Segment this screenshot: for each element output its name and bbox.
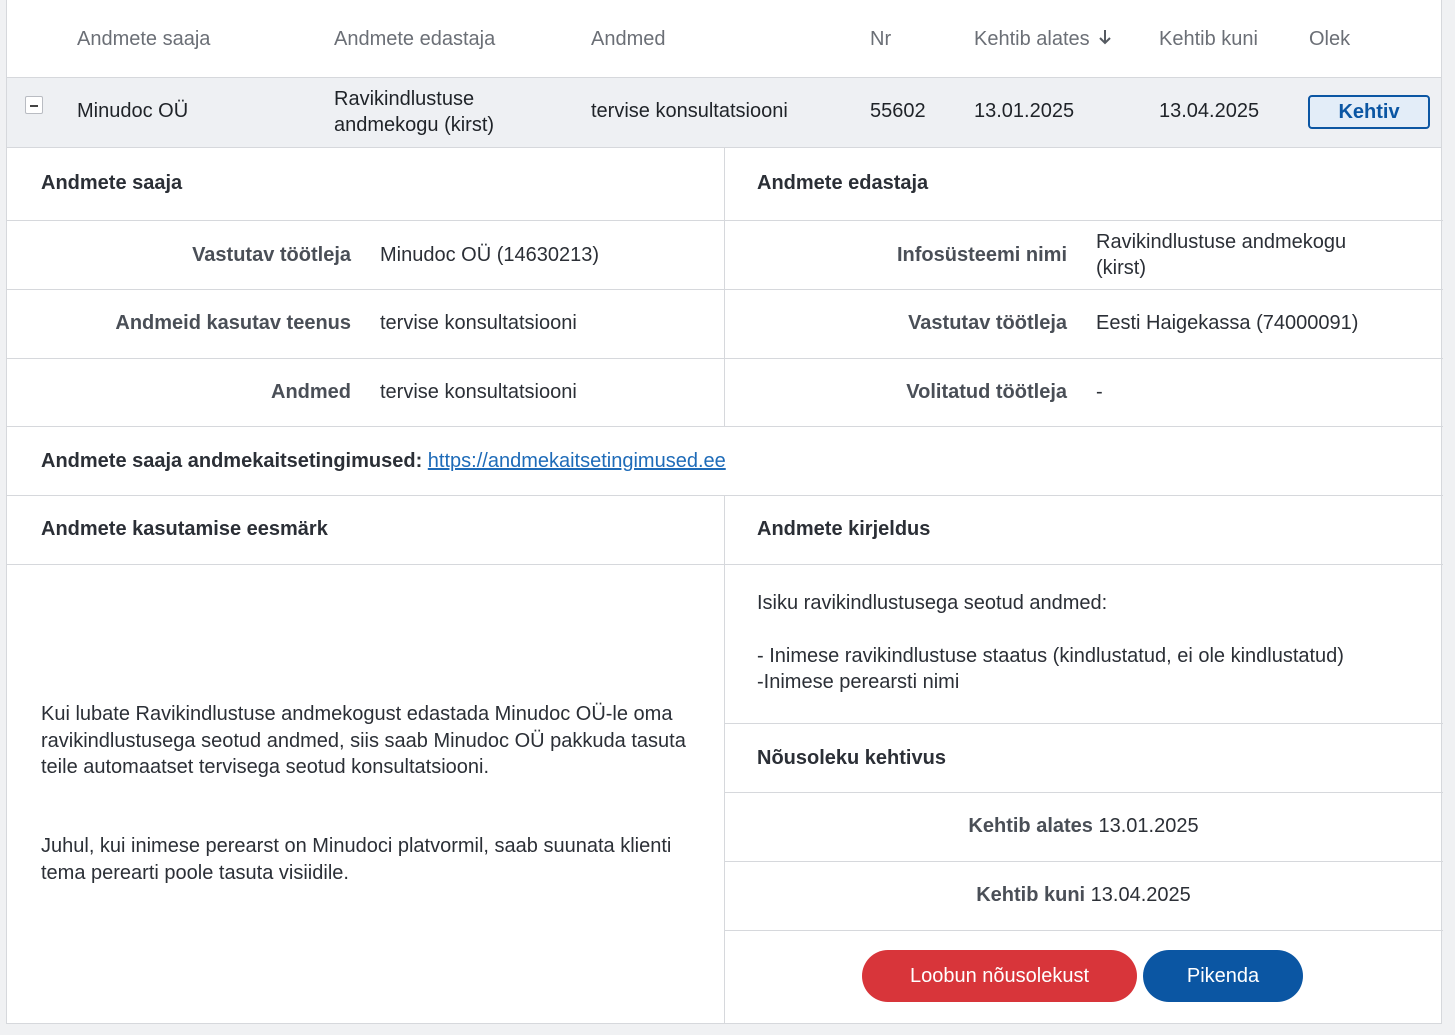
col-header-nr[interactable]: Nr <box>870 28 891 51</box>
table-row[interactable]: Minudoc OÜ Ravikindlustuse andmekogu (ki… <box>7 78 1441 148</box>
recipient-service-label: Andmeid kasutav teenus <box>115 312 351 334</box>
provider-section-title: Andmete edastaja <box>757 172 929 194</box>
divider <box>7 289 1443 290</box>
description-line-3: -Inimese perearsti nimi <box>757 671 960 693</box>
row-valid-from: 13.01.2025 <box>974 100 1075 122</box>
provider-system-value-line2: (kirst) <box>1096 257 1146 279</box>
privacy-terms-label: Andmete saaja andmekaitsetingimused: <box>41 450 423 472</box>
validity-to-label: Kehtib kuni <box>976 884 1086 906</box>
provider-system-value-line1: Ravikindlustuse andmekogu <box>1096 231 1347 253</box>
provider-system-value: Ravikindlustuse andmekogu (kirst) <box>1096 229 1346 281</box>
privacy-terms-link[interactable]: https://andmekaitsetingimused.ee <box>428 450 726 472</box>
divider <box>7 564 1443 565</box>
purpose-title: Andmete kasutamise eesmärk <box>41 518 328 540</box>
validity-from: Kehtib alates 13.01.2025 <box>724 815 1443 838</box>
table-header: Andmete saaja Andmete edastaja Andmed Nr… <box>7 0 1441 78</box>
provider-responsible-value: Eesti Haigekassa (74000091) <box>1096 312 1359 334</box>
validity-from-label: Kehtib alates <box>968 815 1093 837</box>
consent-panel: Andmete saaja Andmete edastaja Andmed Nr… <box>6 0 1443 1024</box>
col-header-data[interactable]: Andmed <box>591 28 666 51</box>
validity-from-value: 13.01.2025 <box>1098 815 1199 837</box>
extend-button[interactable]: Pikenda <box>1143 950 1303 1002</box>
divider <box>724 495 725 1024</box>
recipient-data-label: Andmed <box>271 381 351 403</box>
row-recipient: Minudoc OÜ <box>77 100 189 122</box>
validity-title: Nõusoleku kehtivus <box>757 747 946 769</box>
status-badge: Kehtiv <box>1308 95 1430 129</box>
col-header-provider[interactable]: Andmete edastaja <box>334 28 495 51</box>
row-provider-line1: Ravikindlustuse <box>334 88 475 110</box>
privacy-terms: Andmete saaja andmekaitsetingimused: htt… <box>41 450 726 473</box>
col-header-valid-from-label: Kehtib alates <box>974 28 1090 50</box>
row-nr: 55602 <box>870 100 926 122</box>
provider-authorized-value: - <box>1096 381 1103 403</box>
divider <box>724 723 1443 724</box>
col-header-valid-to[interactable]: Kehtib kuni <box>1159 28 1258 51</box>
provider-system-label: Infosüsteemi nimi <box>896 244 1067 266</box>
divider <box>7 426 1443 427</box>
col-header-status[interactable]: Olek <box>1309 28 1350 51</box>
recipient-responsible-value: Minudoc OÜ (14630213) <box>380 244 600 266</box>
row-provider: Ravikindlustuse andmekogu (kirst) <box>334 86 554 138</box>
row-valid-to: 13.04.2025 <box>1159 100 1260 122</box>
col-header-recipient[interactable]: Andmete saaja <box>77 28 210 51</box>
description-line-1: Isiku ravikindlustusega seotud andmed: <box>757 592 1108 614</box>
divider <box>7 220 1443 221</box>
row-data: tervise konsultatsiooni <box>591 100 788 122</box>
description-title: Andmete kirjeldus <box>757 518 931 540</box>
description-line-2: - Inimese ravikindlustuse staatus (kindl… <box>757 645 1344 667</box>
recipient-responsible-label: Vastutav töötleja <box>192 244 351 266</box>
validity-to-value: 13.04.2025 <box>1090 884 1191 906</box>
provider-responsible-label: Vastutav töötleja <box>908 312 1067 334</box>
provider-authorized-label: Volitatud töötleja <box>906 381 1067 403</box>
divider <box>724 792 1443 793</box>
row-provider-line2: andmekogu (kirst) <box>334 114 495 136</box>
divider <box>7 495 1443 496</box>
divider <box>724 148 725 426</box>
recipient-service-value: tervise konsultatsiooni <box>380 312 577 334</box>
purpose-paragraph-1: Kui lubate Ravikindlustuse andmekogust e… <box>41 703 686 778</box>
divider <box>724 861 1443 862</box>
validity-to: Kehtib kuni 13.04.2025 <box>724 884 1443 907</box>
recipient-data-value: tervise konsultatsiooni <box>380 381 577 403</box>
collapse-row-icon[interactable] <box>25 96 43 114</box>
purpose-paragraph-2: Juhul, kui inimese perearst on Minudoci … <box>41 835 672 884</box>
divider <box>724 930 1443 931</box>
sort-down-icon[interactable] <box>1098 28 1112 51</box>
recipient-section-title: Andmete saaja <box>41 172 183 194</box>
divider <box>7 358 1443 359</box>
col-header-valid-from[interactable]: Kehtib alates <box>974 28 1112 51</box>
revoke-consent-button[interactable]: Loobun nõusolekust <box>862 950 1137 1002</box>
